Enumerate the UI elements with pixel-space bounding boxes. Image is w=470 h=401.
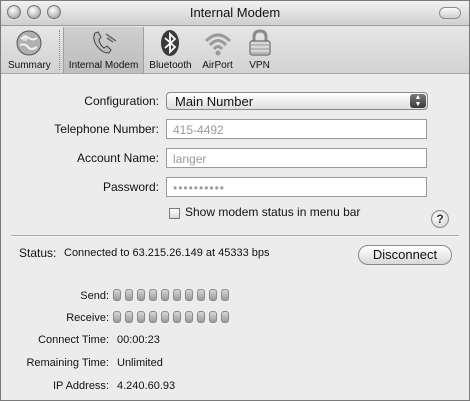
- account-name-label: Account Name:: [76, 151, 159, 165]
- telephone-number-label: Telephone Number:: [54, 122, 159, 136]
- receive-led: [221, 311, 229, 323]
- status-text: Connected to 63.215.26.149 at 45333 bps: [64, 247, 270, 259]
- remaining-time-label: Remaining Time:: [26, 357, 109, 369]
- modem-pane: Configuration: Main Number ▲ ▼ Telephone …: [1, 74, 469, 400]
- send-led: [173, 289, 181, 301]
- toolbar-item-label: VPN: [249, 60, 270, 71]
- receive-led: [113, 311, 121, 323]
- send-led: [185, 289, 193, 301]
- receive-led: [173, 311, 181, 323]
- airport-icon: [202, 28, 234, 58]
- send-led: [113, 289, 121, 301]
- telephone-number-field[interactable]: 415-4492: [166, 119, 427, 139]
- toolbar-toggle-button[interactable]: [439, 7, 461, 19]
- remaining-time-value: Unlimited: [117, 357, 163, 369]
- window-title: Internal Modem: [189, 5, 281, 20]
- ip-address-label: IP Address:: [52, 380, 109, 392]
- connect-time-value: 00:00:23: [117, 334, 160, 346]
- receive-led: [209, 311, 217, 323]
- receive-label: Receive:: [66, 312, 109, 324]
- toolbar-item-internal-modem[interactable]: Internal Modem: [62, 27, 145, 73]
- toolbar-item-label: Internal Modem: [68, 60, 139, 71]
- receive-led: [149, 311, 157, 323]
- status-label: Status:: [19, 246, 57, 260]
- toolbar-item-label: Bluetooth: [149, 60, 192, 71]
- configuration-label: Configuration:: [84, 94, 159, 108]
- toolbar-item-label: Summary: [8, 60, 51, 71]
- send-label: Send:: [80, 290, 109, 302]
- toolbar-item-summary[interactable]: Summary: [3, 27, 56, 73]
- show-status-label: Show modem status in menu bar: [185, 205, 361, 219]
- section-divider: [11, 235, 459, 237]
- disconnect-button[interactable]: Disconnect: [358, 245, 452, 265]
- toolbar-item-vpn[interactable]: VPN: [239, 27, 281, 73]
- receive-led: [137, 311, 145, 323]
- account-name-field[interactable]: langer: [166, 148, 427, 168]
- configuration-value: Main Number: [175, 94, 254, 109]
- send-led: [137, 289, 145, 301]
- toolbar-separator: [58, 30, 60, 70]
- receive-led: [197, 311, 205, 323]
- password-label: Password:: [102, 180, 159, 194]
- send-led: [161, 289, 169, 301]
- ip-address-value: 4.240.60.93: [117, 380, 176, 392]
- globe-icon: [13, 28, 45, 58]
- popup-arrows-icon: ▲ ▼: [410, 94, 426, 108]
- send-led: [209, 289, 217, 301]
- password-field[interactable]: ••••••••••: [166, 177, 427, 197]
- toolbar-item-label: AirPort: [202, 60, 233, 71]
- send-led: [125, 289, 133, 301]
- title-bar: Internal Modem: [1, 1, 469, 26]
- lock-icon: [244, 28, 276, 58]
- bluetooth-icon: [154, 28, 186, 58]
- send-led: [221, 289, 229, 301]
- send-led: [197, 289, 205, 301]
- configuration-popup[interactable]: Main Number ▲ ▼: [166, 92, 428, 110]
- help-button[interactable]: ?: [431, 210, 449, 228]
- toolbar-item-airport[interactable]: AirPort: [197, 27, 239, 73]
- receive-led: [185, 311, 193, 323]
- receive-led: [125, 311, 133, 323]
- connect-time-label: Connect Time:: [38, 334, 109, 346]
- send-led: [149, 289, 157, 301]
- show-status-checkbox[interactable]: [169, 208, 180, 219]
- preferences-window: Internal Modem Summary Internal Modem Bl…: [0, 0, 470, 401]
- receive-led: [161, 311, 169, 323]
- receive-activity-meter: [113, 311, 229, 323]
- send-activity-meter: [113, 289, 229, 301]
- toolbar-item-bluetooth[interactable]: Bluetooth: [144, 27, 196, 73]
- toolbar: Summary Internal Modem Bluetooth AirPort…: [1, 26, 469, 74]
- phone-icon: [88, 28, 120, 58]
